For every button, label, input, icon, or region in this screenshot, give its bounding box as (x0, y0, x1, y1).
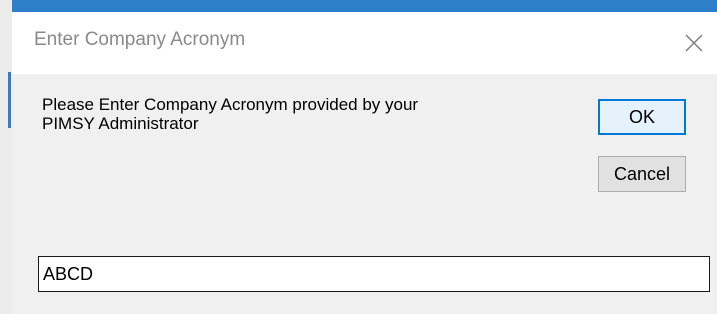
close-button[interactable] (671, 12, 717, 74)
dialog-message-line-1: Please Enter Company Acronym provided by… (42, 95, 419, 114)
cancel-button[interactable]: Cancel (598, 156, 686, 192)
acronym-input[interactable] (38, 256, 710, 292)
dialog-message-line-2: PIMSY Administrator (42, 114, 199, 133)
close-icon (685, 34, 703, 52)
dialog-title: Enter Company Acronym (34, 29, 246, 50)
dialog-message: Please Enter Company Acronym provided by… (42, 95, 562, 133)
background-window-edge (0, 0, 12, 314)
acronym-dialog: Enter Company Acronym Please Enter Compa… (12, 12, 717, 314)
ok-button[interactable]: OK (598, 99, 686, 135)
background-window-accent (8, 72, 11, 128)
dialog-titlebar: Enter Company Acronym (12, 12, 717, 74)
